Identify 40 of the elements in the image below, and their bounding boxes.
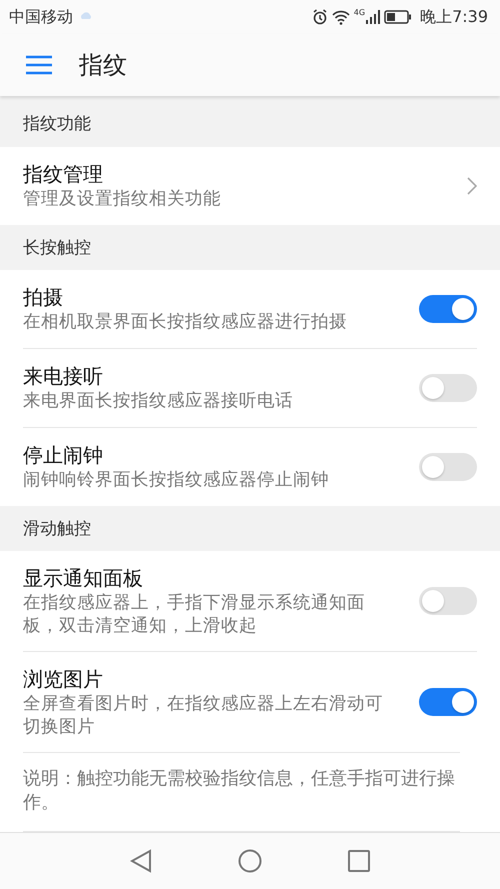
toggle-switch[interactable] xyxy=(419,374,477,402)
section-header: 滑动触控 xyxy=(22,518,92,540)
menu-icon xyxy=(26,54,52,75)
setting-description: 全屏查看图片时，在指纹感应器上左右滑动可切换图片 xyxy=(23,692,383,738)
signal-icon xyxy=(366,10,380,24)
toggle-switch[interactable] xyxy=(419,586,477,614)
chevron-icon xyxy=(467,176,477,194)
settings-row[interactable]: 拍摄 在相机取景界面长按指纹感应器进行拍摄 xyxy=(23,270,477,348)
setting-title: 浏览图片 xyxy=(23,666,104,692)
settings-row[interactable]: 显示通知面板 在指纹感应器上，手指下滑显示系统通知面板，双击清空通知，上滑收起 xyxy=(23,550,477,650)
section-header: 指纹功能 xyxy=(22,112,92,136)
setting-description: 在相机取景界面长按指纹感应器进行拍摄 xyxy=(23,311,348,334)
settings-row[interactable]: 指纹管理 管理及设置指纹相关功能 xyxy=(23,146,477,224)
setting-description: 管理及设置指纹相关功能 xyxy=(23,188,222,211)
toggle-switch[interactable] xyxy=(419,294,477,322)
clock-time: 晚上7:39 xyxy=(420,6,488,28)
toggle-switch[interactable] xyxy=(419,688,477,716)
settings-row[interactable]: 来电接听 来电界面长按指纹感应器接听电话 xyxy=(23,348,477,426)
setting-description: 来电界面长按指纹感应器接听电话 xyxy=(23,390,294,413)
setting-description: 在指纹感应器上，手指下滑显示系统通知面板，双击清空通知，上滑收起 xyxy=(23,592,366,638)
wifi-icon xyxy=(332,10,350,25)
settings-row[interactable]: 浏览图片 全屏查看图片时，在指纹感应器上左右滑动可切换图片 xyxy=(23,650,477,752)
setting-title: 显示通知面板 xyxy=(23,564,144,592)
setting-title: 指纹管理 xyxy=(23,161,104,188)
recents-icon[interactable] xyxy=(348,850,370,872)
menu-button[interactable] xyxy=(26,54,52,75)
page-title: 指纹 xyxy=(79,50,127,81)
setting-title: 来电接听 xyxy=(23,363,104,390)
settings-row[interactable]: 停止闹钟 闹钟响铃界面长按指纹感应器停止闹钟 xyxy=(23,426,477,506)
back-icon[interactable] xyxy=(130,848,152,873)
setting-title: 停止闹钟 xyxy=(23,442,104,469)
alarm-icon xyxy=(312,9,328,26)
carrier-name: 中国移动 xyxy=(9,6,73,28)
battery-icon xyxy=(384,10,412,24)
home-icon[interactable] xyxy=(238,848,262,873)
toggle-switch[interactable] xyxy=(419,452,477,480)
network-type: 4G xyxy=(354,8,366,17)
section-header: 长按触控 xyxy=(22,236,92,260)
setting-description: 闹钟响铃界面长按指纹感应器停止闹钟 xyxy=(23,469,330,492)
setting-title: 拍摄 xyxy=(23,284,64,311)
